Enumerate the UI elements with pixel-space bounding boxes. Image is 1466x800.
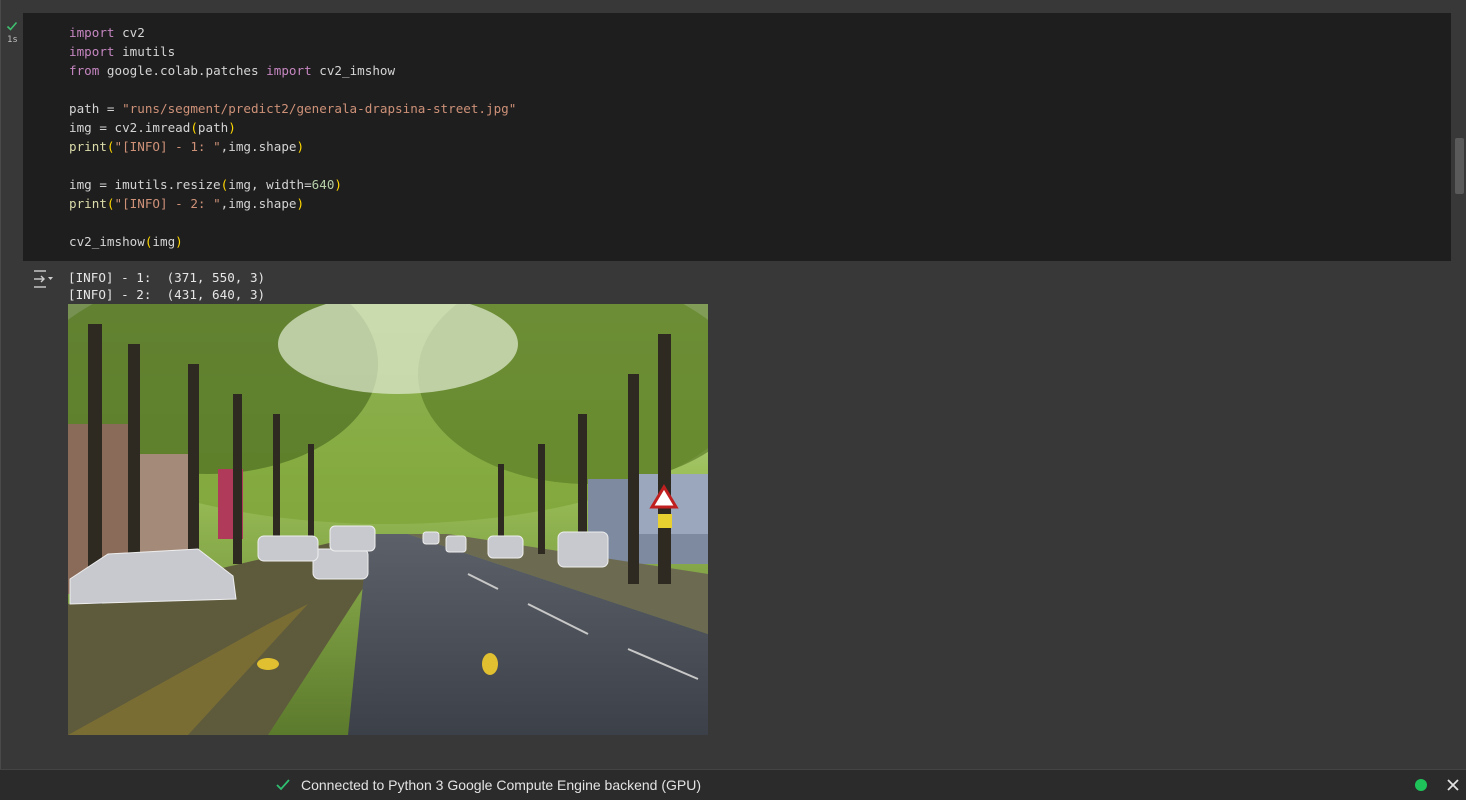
output-text: [INFO] - 1: (371, 550, 3) [INFO] - 2: (43… — [68, 269, 265, 303]
code-token: 640 — [311, 177, 335, 192]
connection-status-dot — [1415, 779, 1427, 791]
code-token: ( — [106, 196, 115, 211]
code-line: import imutils — [69, 42, 516, 61]
code-token: from — [69, 63, 100, 78]
code-token: ( — [190, 120, 198, 135]
exec-check-icon — [6, 21, 18, 31]
gutter-divider — [0, 0, 1, 769]
code-token: ,img.shape — [220, 196, 297, 211]
code-token: cv2_imshow — [69, 234, 145, 249]
code-token: ) — [334, 177, 342, 192]
code-token: ) — [228, 120, 236, 135]
code-token: img, width= — [228, 177, 312, 192]
code-token: print — [69, 196, 107, 211]
output-image-street — [68, 304, 708, 735]
code-cell[interactable]: import cv2 import imutils from google.cola… — [23, 13, 1451, 261]
code-token: path = — [69, 101, 123, 116]
code-token: "[INFO] - 1: " — [114, 139, 221, 154]
code-line: print("[INFO] - 2: ",img.shape) — [69, 194, 516, 213]
code-token: img — [152, 234, 176, 249]
code-line: img = imutils.resize(img, width=640) — [69, 175, 516, 194]
close-icon[interactable] — [1445, 777, 1461, 793]
connection-status-text: Connected to Python 3 Google Compute Eng… — [301, 777, 702, 793]
code-token: path — [197, 120, 229, 135]
code-token: ,img.shape — [220, 139, 297, 154]
code-token: import — [266, 63, 312, 78]
code-token: import — [69, 44, 115, 59]
output-line: [INFO] - 2: (431, 640, 3) — [68, 287, 266, 302]
code-line: import cv2 — [69, 23, 516, 42]
status-bar: Connected to Python 3 Google Compute Eng… — [0, 769, 1466, 800]
code-token: cv2_imshow — [311, 63, 396, 78]
code-line: from google.colab.patches import cv2_ims… — [69, 61, 516, 80]
code-token: imutils — [114, 44, 176, 59]
code-token: cv2 — [114, 25, 145, 40]
code-line: print("[INFO] - 1: ",img.shape) — [69, 137, 516, 156]
code-line: path = "runs/segment/predict2/generala-d… — [69, 99, 516, 118]
code-token: "[INFO] - 2: " — [114, 196, 221, 211]
check-icon — [276, 779, 290, 791]
output-actions-icon[interactable] — [32, 268, 54, 290]
code-token: ( — [106, 139, 115, 154]
code-token: ) — [296, 139, 305, 154]
code-token: import — [69, 25, 115, 40]
output-line: [INFO] - 1: (371, 550, 3) — [68, 270, 266, 285]
code-token: google.colab.patches — [99, 63, 267, 78]
code-token: img = imutils.resize — [69, 177, 221, 192]
code-token: img = cv2.imread — [69, 120, 191, 135]
code-line: cv2_imshow(img) — [69, 232, 516, 251]
code-token: ) — [296, 196, 305, 211]
code-line: img = cv2.imread(path) — [69, 118, 516, 137]
code-token: "runs/segment/predict2/generala-drapsina… — [122, 101, 517, 116]
notebook-cell-area: 1s import cv2 import imutils from google.c… — [0, 0, 1466, 769]
code-editor[interactable]: import cv2 import imutils from google.cola… — [69, 23, 516, 251]
code-token: ) — [175, 234, 183, 249]
exec-time: 1s — [7, 35, 18, 45]
code-token: print — [69, 139, 107, 154]
scrollbar-thumb[interactable] — [1455, 138, 1464, 194]
